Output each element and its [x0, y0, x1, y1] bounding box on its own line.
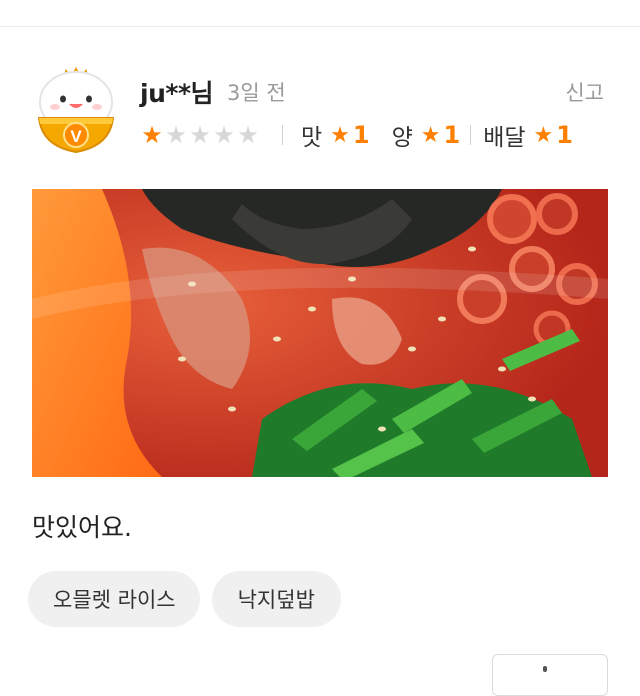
review-photo[interactable]	[32, 189, 608, 477]
quantity-value: 1	[443, 121, 461, 149]
star-icon: ★	[189, 121, 211, 149]
delivery-label: 배달	[483, 125, 526, 151]
avatar-badge-letter: V	[70, 127, 82, 146]
menu-tags: 오믈렛 라이스 낙지덮밥	[28, 571, 353, 627]
user-avatar: V	[37, 66, 115, 158]
overall-rating: ★ ★ ★ ★ ★	[140, 123, 260, 147]
food-photo-icon	[32, 189, 608, 477]
rating-row: ★ ★ ★ ★ ★ 맛 ★ 1 양 ★ 1 배달 ★ 1	[140, 118, 573, 152]
star-icon: ★	[237, 121, 259, 149]
quantity-label: 양	[391, 125, 413, 151]
review-card: V ju**님 3일 전 신고 ★ ★ ★ ★ ★ 맛 ★ 1 양 ★ 1 배달…	[0, 0, 640, 696]
star-icon: ★	[165, 121, 187, 149]
taste-label: 맛	[301, 125, 323, 151]
like-button[interactable]	[492, 654, 608, 696]
taste-rating: 맛 ★ 1	[301, 118, 370, 152]
delivery-value: 1	[556, 121, 573, 149]
star-icon: ★	[533, 122, 554, 148]
star-icon: ★	[141, 121, 163, 149]
rating-divider	[282, 125, 283, 145]
star-icon: ★	[420, 122, 441, 148]
menu-tag[interactable]: 오믈렛 라이스	[28, 571, 200, 627]
review-text: 맛있어요.	[32, 513, 132, 542]
menu-tag[interactable]: 낙지덮밥	[211, 571, 341, 627]
username: ju**님	[140, 79, 214, 108]
star-icon: ★	[213, 121, 235, 149]
delivery-rating: 배달 ★ 1	[470, 118, 573, 152]
review-time: 3일 전	[227, 81, 286, 105]
star-icon: ★	[330, 122, 350, 148]
thumbs-up-icon	[543, 666, 547, 672]
report-button[interactable]: 신고	[565, 77, 604, 107]
rice-bowl-vip-icon: V	[37, 66, 115, 154]
quantity-rating: 양 ★ 1	[392, 118, 461, 152]
taste-value: 1	[352, 121, 370, 149]
